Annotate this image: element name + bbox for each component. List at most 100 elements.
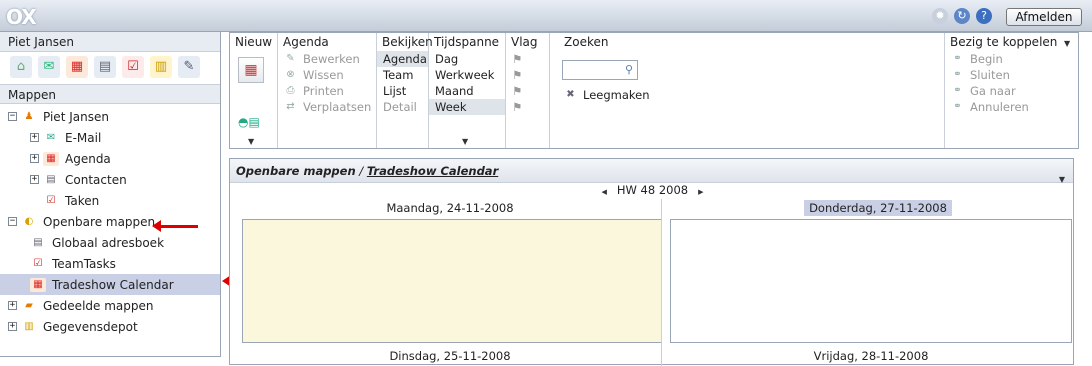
tree-item-tradeshow-calendar[interactable]: ▦ Tradeshow Calendar xyxy=(0,274,220,295)
print-button[interactable]: ⎙ Printen xyxy=(278,83,376,99)
calendar-icon: ▦ xyxy=(43,151,59,166)
chevron-down-icon[interactable]: ▼ xyxy=(462,137,468,146)
expand-icon[interactable]: + xyxy=(8,301,17,310)
refresh-spinner-icon: ✹ xyxy=(932,8,948,24)
tree-label: Tradeshow Calendar xyxy=(52,277,174,292)
flag-icon[interactable]: ⚑ xyxy=(506,67,549,83)
tree-item-tasks[interactable]: ☑ Taken xyxy=(0,190,220,211)
sync-icon[interactable]: ↻ xyxy=(954,8,970,24)
view-agenda[interactable]: Agenda xyxy=(377,51,428,67)
flag-icon[interactable]: ⚑ xyxy=(506,99,549,115)
button-label: Verplaatsen xyxy=(303,100,372,114)
day-header-monday[interactable]: Maandag, 24-11-2008 xyxy=(240,200,660,216)
button-label: Begin xyxy=(970,52,1003,66)
day-header-tuesday[interactable]: Dinsdag, 25-11-2008 xyxy=(240,348,660,364)
contacts-icon: ▤ xyxy=(33,236,43,248)
tree-label: Taken xyxy=(65,193,100,208)
button-label: Leegmaken xyxy=(583,88,650,102)
calendar-panel: Openbare mappen / Tradeshow Calendar ▼ ◀… xyxy=(229,158,1075,366)
user-icon: ♟ xyxy=(24,110,34,122)
tree-item-infostore[interactable]: + ▥ Gegevensdepot xyxy=(0,316,220,337)
help-icon[interactable]: ? xyxy=(976,8,992,24)
link-cancel-button[interactable]: ⚭ Annuleren xyxy=(945,99,1063,115)
move-icon: ⇄ xyxy=(286,101,295,112)
new-mail-icon[interactable]: ◓▤ xyxy=(238,115,260,129)
search-input[interactable]: ⚲ xyxy=(562,60,638,80)
view-team[interactable]: Team xyxy=(377,67,428,83)
collapse-icon[interactable]: − xyxy=(8,217,17,226)
delete-button[interactable]: ⊗ Wissen xyxy=(278,67,376,83)
breadcrumb-separator: / xyxy=(355,164,367,178)
chevron-down-icon[interactable]: ▼ xyxy=(1064,39,1070,48)
link-goto-button[interactable]: ⚭ Ga naar xyxy=(945,83,1063,99)
breadcrumb-root[interactable]: Openbare mappen xyxy=(236,164,356,178)
link-close-button[interactable]: ⚭ Sluiten xyxy=(945,67,1063,83)
previous-week-icon[interactable]: ◀ xyxy=(601,188,606,196)
day-header-friday[interactable]: Vrijdag, 28-11-2008 xyxy=(670,348,1072,364)
link-begin-button[interactable]: ⚭ Begin xyxy=(945,51,1063,67)
tree-item-public-folders[interactable]: − ◐ Openbare mappen xyxy=(0,211,220,232)
public-folder-icon: ◐ xyxy=(24,215,34,227)
tree-label: Gedeelde mappen xyxy=(43,298,154,313)
calendar-icon[interactable]: ▦ xyxy=(66,56,88,78)
infostore-icon[interactable]: ▥ xyxy=(150,56,172,78)
email-icon: ✉ xyxy=(46,131,56,143)
group-flag: Vlag ⚑ ⚑ ⚑ ⚑ xyxy=(506,33,550,148)
contacts-icon[interactable]: ▤ xyxy=(94,56,116,78)
timespan-week[interactable]: Week xyxy=(429,99,505,115)
tree-item-user[interactable]: − ♟ Piet Jansen xyxy=(0,106,220,127)
expand-icon[interactable]: + xyxy=(30,133,39,142)
breadcrumb-current[interactable]: Tradeshow Calendar xyxy=(367,164,498,178)
clear-search-button[interactable]: ✖ Leegmaken xyxy=(564,87,650,103)
link-close-icon: ⚭ xyxy=(953,69,962,80)
timespan-workweek[interactable]: Werkweek xyxy=(429,67,505,83)
flag-icon[interactable]: ⚑ xyxy=(506,51,549,67)
group-link: Bezig te koppelen ⚭ Begin ⚭ Sluiten ⚭ Ga na… xyxy=(945,33,1063,148)
week-label: HW 48 2008 xyxy=(616,183,689,197)
edit-button[interactable]: ✎ Bewerken xyxy=(278,51,376,67)
infostore-icon: ▥ xyxy=(24,320,34,332)
tree-item-contacts[interactable]: + ▤ Contacten xyxy=(0,169,220,190)
week-navigation: ◀ HW 48 2008 ▶ xyxy=(230,183,1075,198)
next-week-icon[interactable]: ▶ xyxy=(698,188,703,196)
tree-label: Agenda xyxy=(65,151,111,166)
expand-icon[interactable]: + xyxy=(30,175,39,184)
tree-label: Contacten xyxy=(65,172,127,187)
view-list[interactable]: Lijst xyxy=(377,83,428,99)
view-detail[interactable]: Detail xyxy=(377,99,428,115)
clear-icon: ✖ xyxy=(566,89,575,100)
logout-button[interactable]: Afmelden xyxy=(1006,8,1082,26)
timespan-day[interactable]: Dag xyxy=(429,51,505,67)
flag-icon[interactable]: ⚑ xyxy=(506,83,549,99)
tree-item-teamtasks[interactable]: ☑ TeamTasks xyxy=(0,253,220,274)
email-icon[interactable]: ✉ xyxy=(38,56,60,78)
chevron-down-icon[interactable]: ▼ xyxy=(248,137,254,146)
breadcrumb: Openbare mappen / Tradeshow Calendar ▼ xyxy=(230,159,1073,184)
settings-icon[interactable]: ✎ xyxy=(178,56,200,78)
expand-icon[interactable]: + xyxy=(30,154,39,163)
move-button[interactable]: ⇄ Verplaatsen xyxy=(278,99,376,115)
collapse-icon[interactable]: − xyxy=(8,112,17,121)
annotation-arrow xyxy=(152,220,198,232)
tree-item-email[interactable]: + ✉ E-Mail xyxy=(0,127,220,148)
tree-item-shared-folders[interactable]: + ▰ Gedeelde mappen xyxy=(0,295,220,316)
day-header-thursday[interactable]: Donderdag, 27-11-2008 xyxy=(804,200,952,216)
expand-icon[interactable]: + xyxy=(8,322,17,331)
module-bar: ⌂ ✉ ▦ ▤ ☑ ▥ ✎ xyxy=(0,52,220,84)
day-cell-monday[interactable] xyxy=(242,219,662,343)
tasks-icon[interactable]: ☑ xyxy=(122,56,144,78)
timespan-month[interactable]: Maand xyxy=(429,83,505,99)
day-cell-thursday[interactable] xyxy=(670,219,1072,343)
tree-item-global-addressbook[interactable]: ▤ Globaal adresboek xyxy=(0,232,220,253)
edit-icon: ✎ xyxy=(286,53,295,64)
search-icon[interactable]: ⚲ xyxy=(625,63,633,76)
link-goto-icon: ⚭ xyxy=(953,85,962,96)
current-user: Piet Jansen xyxy=(0,32,220,52)
tree-item-agenda[interactable]: + ▦ Agenda xyxy=(0,148,220,169)
button-label: Sluiten xyxy=(970,68,1010,82)
left-sidebar: Piet Jansen ⌂ ✉ ▦ ▤ ☑ ▥ ✎ Mappen − ♟ Pie… xyxy=(0,32,270,357)
new-appointment-button[interactable]: ▦ xyxy=(238,57,264,83)
button-label: Printen xyxy=(303,84,344,98)
ox-logo: OX xyxy=(6,5,37,29)
home-icon[interactable]: ⌂ xyxy=(10,56,32,78)
